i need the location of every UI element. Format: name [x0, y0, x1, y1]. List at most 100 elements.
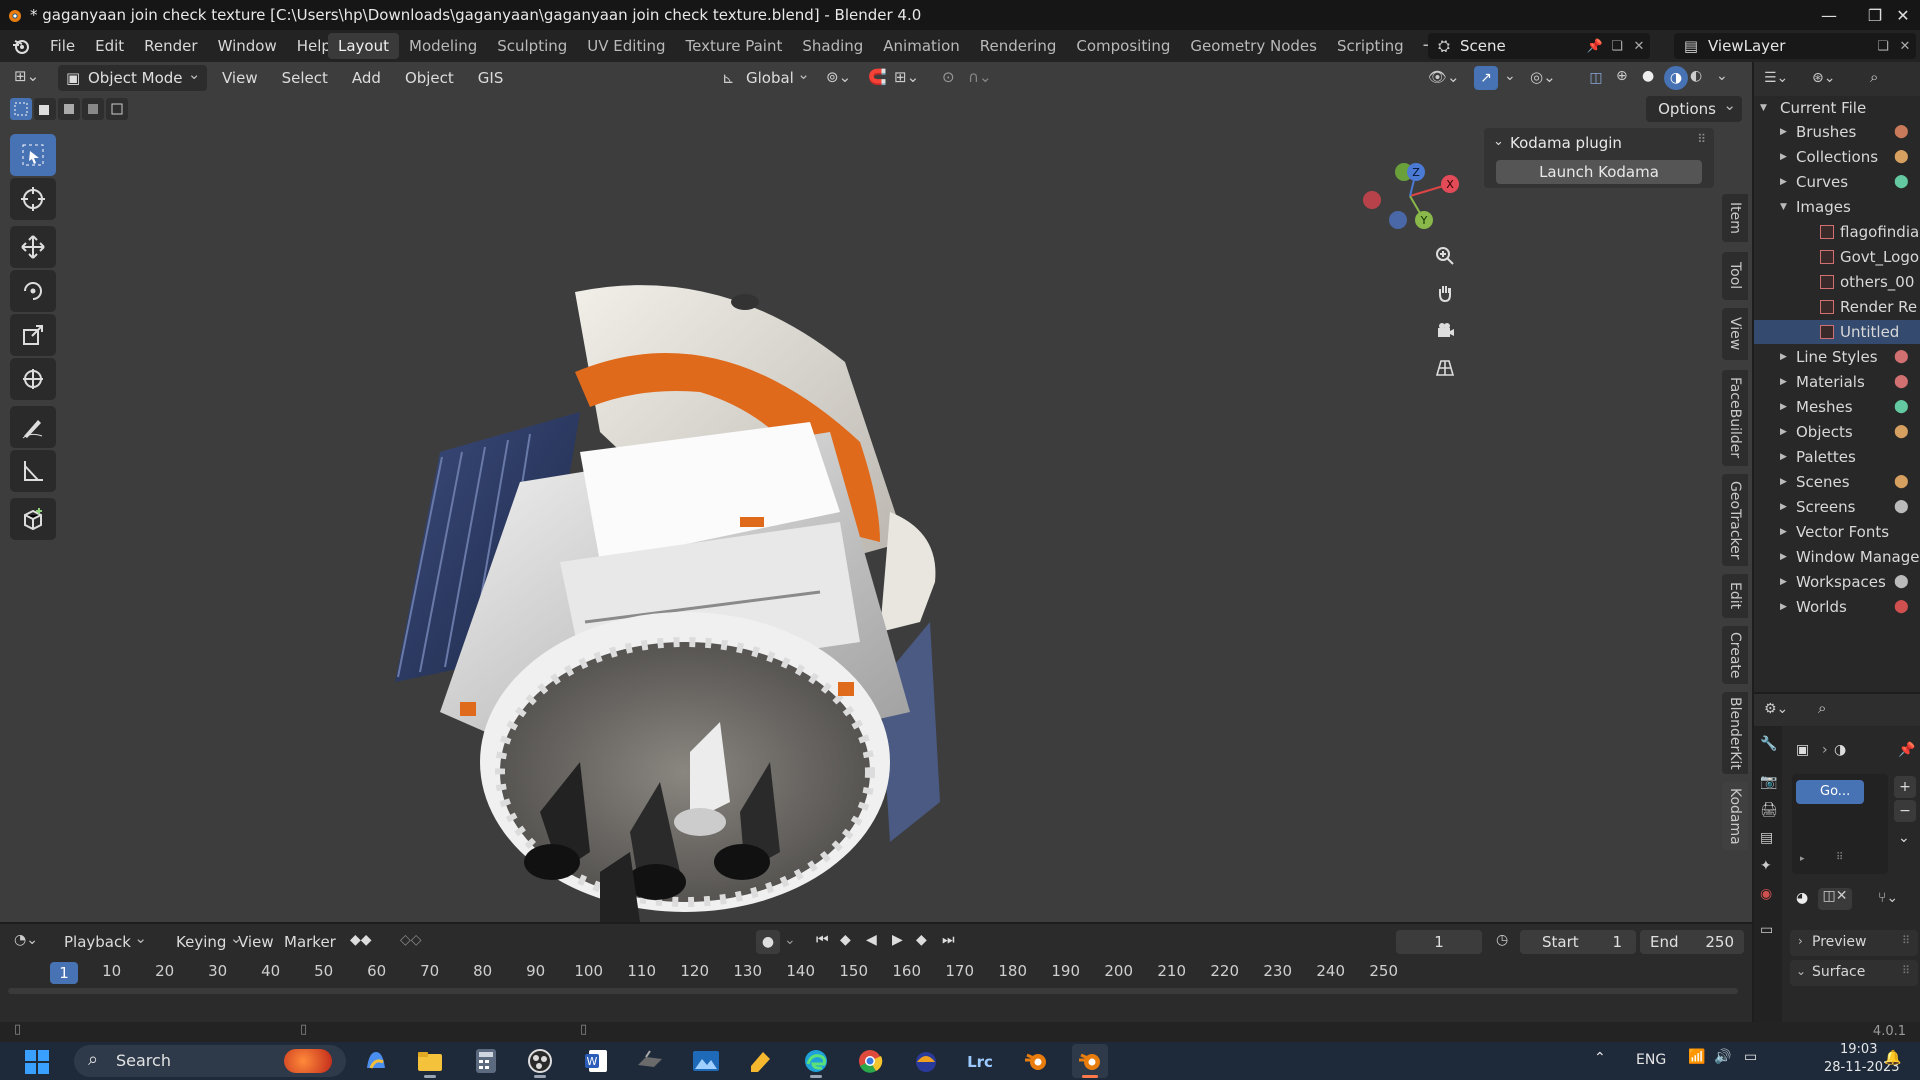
prev-keyframe-icon[interactable]: ◆ [840, 932, 851, 948]
outliner-item-window-managers[interactable]: ▶ Window Managers [1754, 545, 1920, 569]
filter-icon[interactable]: ⊛⌄ [1812, 70, 1835, 86]
visibility-icon[interactable]: 👁⌄ [1428, 68, 1460, 86]
move-icon[interactable] [10, 226, 56, 268]
display-mode-icon[interactable]: ☰⌄ [1764, 70, 1788, 86]
snap-icon[interactable]: 🧲 [868, 68, 887, 86]
taskbar-edge-icon[interactable] [798, 1044, 834, 1078]
expand-arrow-icon[interactable]: ▶ [1780, 395, 1787, 419]
outliner-item-collections[interactable]: ▶ Collections ⬤ [1754, 145, 1920, 169]
menu-file[interactable]: File [40, 30, 85, 62]
tab-shading[interactable]: Shading [792, 33, 873, 59]
cursor-icon[interactable] [10, 178, 56, 220]
taskbar-word-icon[interactable]: W [578, 1044, 614, 1078]
object-data-icon[interactable]: ▣ [1796, 742, 1809, 758]
expand-arrow-icon[interactable]: ▶ [1780, 145, 1787, 169]
properties-search-icon[interactable]: ⌕ [1818, 699, 1826, 717]
outliner-image-0[interactable]: flagofindia [1754, 220, 1920, 244]
select-extend-icon[interactable] [34, 98, 56, 120]
pin-icon[interactable]: 📌 [1898, 742, 1915, 758]
viewlayer-selector[interactable]: ▤ ViewLayer ❏ ✕ [1674, 33, 1916, 59]
taskbar-search[interactable]: ⌕ Search [74, 1045, 346, 1077]
annotate-icon[interactable] [10, 406, 56, 448]
keyframe-nav-icon[interactable]: ◆◆ [350, 932, 372, 948]
expand-arrow-icon[interactable]: ▶ [1780, 345, 1787, 369]
outliner-item-screens[interactable]: ▶ Screens ⬤ [1754, 495, 1920, 519]
view-layer-tab-icon[interactable]: ▤ [1760, 830, 1773, 846]
taskbar-lightroom-icon[interactable]: Lrc [962, 1044, 998, 1078]
add-cube-icon[interactable] [10, 498, 56, 540]
taskbar-copilot-icon[interactable] [358, 1044, 394, 1078]
gizmo-toggle-icon[interactable]: ↗ [1474, 66, 1498, 90]
close-button[interactable]: ✕ [1880, 0, 1920, 30]
tab-scripting[interactable]: Scripting [1327, 33, 1414, 59]
side-tab-kodama[interactable]: Kodama [1722, 782, 1748, 850]
tab-compositing[interactable]: Compositing [1066, 33, 1180, 59]
side-tab-geotracker[interactable]: GeoTracker [1722, 474, 1748, 566]
menu-playback[interactable]: Playback [52, 925, 153, 955]
expand-arrow-icon[interactable]: ▶ [1780, 370, 1787, 394]
taskbar-chrome-icon[interactable] [852, 1044, 888, 1078]
clock-time[interactable]: 19:03 [1840, 1042, 1877, 1057]
collapse-arrow-icon[interactable]: ▼ [1780, 195, 1787, 219]
solid-shading-icon[interactable]: ● [1642, 68, 1654, 84]
menu-marker[interactable]: Marker [272, 929, 348, 955]
slot-menu-chevron-icon[interactable]: ⌄ [1898, 830, 1910, 846]
play-reverse-icon[interactable]: ◀ [866, 932, 877, 948]
gizmo-dropdown-icon[interactable]: ⌄ [1504, 68, 1516, 84]
tab-geometry-nodes[interactable]: Geometry Nodes [1180, 33, 1327, 59]
spacecraft-model[interactable] [0, 62, 1752, 922]
clock-icon[interactable]: ◷ [1496, 932, 1508, 948]
expand-arrow-icon[interactable]: ▶ [1780, 545, 1787, 569]
tab-sculpting[interactable]: Sculpting [487, 33, 577, 59]
tab-texture-paint[interactable]: Texture Paint [676, 33, 793, 59]
tab-rendering[interactable]: Rendering [970, 33, 1067, 59]
jump-start-icon[interactable]: ⏮ [816, 932, 829, 948]
taskbar-blender-active-icon[interactable] [1072, 1044, 1108, 1078]
proportional-edit-icon[interactable]: ⊙ [942, 68, 955, 86]
taskbar-blender-icon[interactable] [1018, 1044, 1054, 1078]
notification-bell-icon[interactable]: 🔔 [1884, 1050, 1901, 1066]
menu-window[interactable]: Window [208, 30, 287, 62]
3d-viewport[interactable]: ⊞⌄ ▣ Object Mode View Select Add Object … [0, 62, 1752, 922]
material-icon[interactable]: ◑ [1834, 742, 1846, 758]
output-tab-icon[interactable]: 🖨 [1760, 802, 1778, 818]
side-tab-facebuilder[interactable]: FaceBuilder [1722, 370, 1748, 466]
tray-expand-icon[interactable]: ⌃ [1594, 1050, 1606, 1066]
shading-dropdown-icon[interactable]: ⌄ [1716, 68, 1728, 84]
outliner-image-4[interactable]: Untitled [1754, 320, 1920, 344]
material-shading-icon[interactable]: ◑ [1664, 66, 1688, 90]
side-tab-blenderkit[interactable]: BlenderKit [1722, 692, 1748, 774]
world-tab-icon[interactable]: ◉ [1760, 886, 1772, 902]
select-invert-icon[interactable] [82, 98, 104, 120]
outliner-image-3[interactable]: Render Re [1754, 295, 1920, 319]
tab-uv-editing[interactable]: UV Editing [577, 33, 675, 59]
surface-section[interactable]: ⌄ Surface ⠿ [1790, 960, 1918, 986]
side-tab-edit[interactable]: Edit [1722, 574, 1748, 618]
tab-layout[interactable]: Layout [328, 33, 399, 59]
tool-tab-icon[interactable]: 🔧 [1760, 736, 1777, 752]
taskbar-file-explorer-icon[interactable] [412, 1044, 448, 1078]
expand-arrow-icon[interactable]: ▶ [1780, 470, 1787, 494]
menu-view[interactable]: View [210, 65, 270, 91]
outliner-image-1[interactable]: Govt_Logo [1754, 245, 1920, 269]
keyframe-add-icon[interactable]: ◇◇ [400, 932, 422, 948]
outliner-item-worlds[interactable]: ▶ Worlds ⬤ [1754, 595, 1920, 619]
language-indicator[interactable]: ENG [1636, 1052, 1666, 1068]
menu-gis[interactable]: GIS [466, 65, 516, 91]
taskbar-obs-icon[interactable] [522, 1044, 558, 1078]
record-button[interactable]: ● [756, 930, 780, 954]
editor-type-icon[interactable]: ⚙⌄ [1764, 701, 1788, 717]
rendered-shading-icon[interactable]: ◐ [1690, 68, 1702, 84]
select-subtract-icon[interactable] [58, 98, 80, 120]
select-new-icon[interactable] [10, 98, 32, 120]
expand-arrow-icon[interactable]: ▶ [1780, 445, 1787, 469]
timeline-scrollbar[interactable] [8, 988, 1738, 994]
options-dropdown[interactable]: Options [1646, 92, 1742, 122]
wireframe-shading-icon[interactable]: ⊕ [1616, 68, 1628, 84]
side-tab-create[interactable]: Create [1722, 626, 1748, 684]
select-intersect-icon[interactable] [106, 98, 128, 120]
expand-arrow-icon[interactable]: ▶ [1780, 595, 1787, 619]
expand-arrow-icon[interactable]: ▶ [1780, 520, 1787, 544]
expand-arrow-icon[interactable]: ▶ [1780, 120, 1787, 144]
wifi-icon[interactable]: 📶 [1688, 1049, 1705, 1065]
